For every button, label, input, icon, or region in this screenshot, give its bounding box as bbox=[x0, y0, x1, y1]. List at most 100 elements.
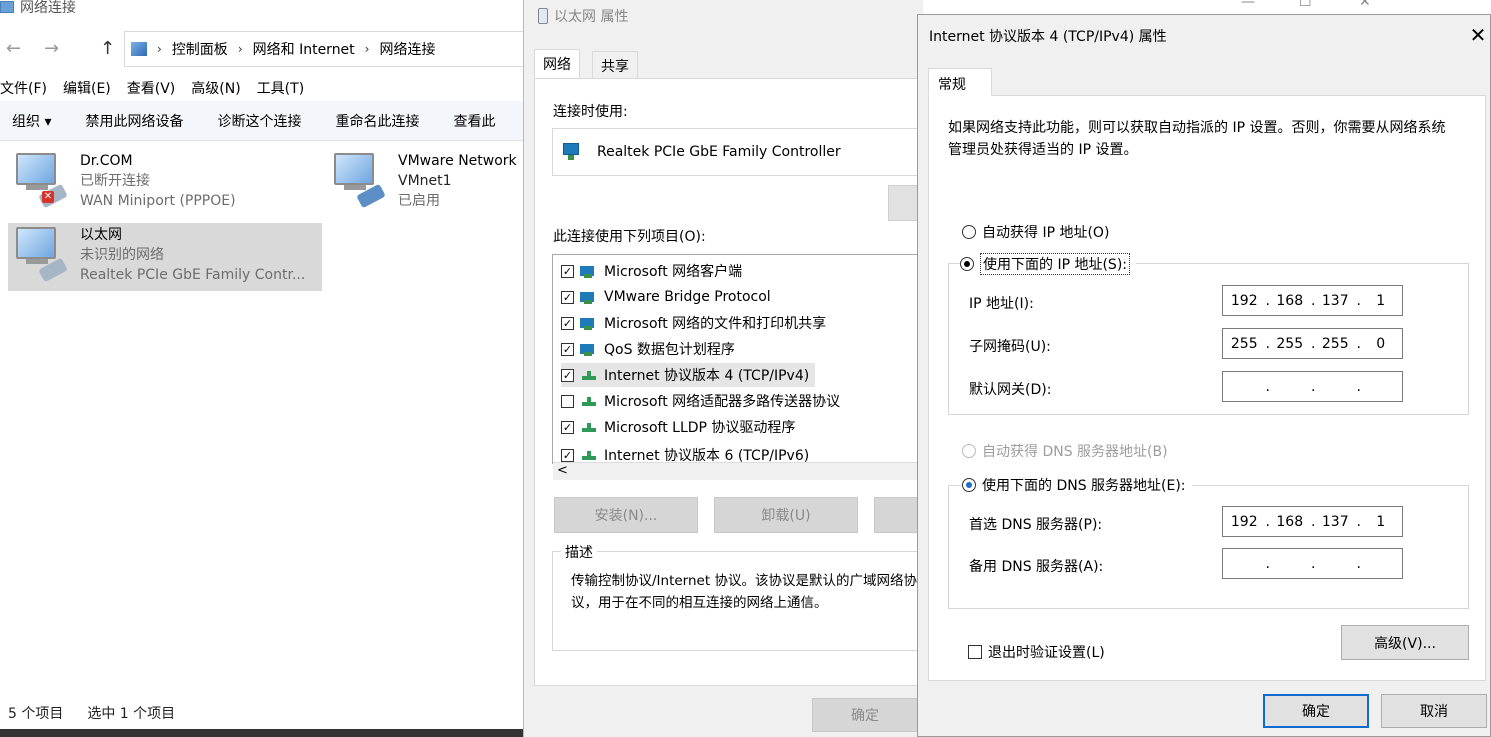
network-plug-icon bbox=[538, 8, 548, 24]
item-checkbox[interactable]: ✓ bbox=[561, 448, 574, 462]
alternate-dns-input[interactable]: . . . bbox=[1222, 548, 1403, 579]
list-item[interactable]: ✓ Microsoft 网络客户端 bbox=[561, 259, 742, 283]
item-checkbox[interactable]: ✓ bbox=[561, 290, 574, 304]
list-item-selected[interactable]: ✓ Internet 协议版本 4 (TCP/IPv4) bbox=[561, 363, 816, 387]
ipv4-properties-dialog: Internet 协议版本 4 (TCP/IPv4) 属性 ✕ 常规 如果网络支… bbox=[917, 14, 1491, 737]
connection-status: 未识别的网络 bbox=[80, 247, 164, 263]
ip-octet: 1 bbox=[1376, 292, 1386, 309]
service-icon bbox=[580, 290, 598, 304]
close-icon[interactable]: ✕ bbox=[1468, 23, 1488, 47]
disable-device-button[interactable]: 禁用此网络设备 bbox=[85, 111, 183, 131]
ip-octet: 168 bbox=[1276, 513, 1304, 530]
maximize-icon[interactable]: ☐ bbox=[1299, 0, 1312, 10]
properties-button[interactable] bbox=[874, 497, 922, 533]
item-checkbox[interactable]: ✓ bbox=[561, 420, 574, 434]
cancel-button[interactable]: 取消 bbox=[1381, 694, 1487, 728]
list-item[interactable]: ✓ Internet 协议版本 6 (TCP/IPv6) bbox=[561, 443, 809, 463]
protocol-icon bbox=[580, 448, 598, 462]
network-card-icon bbox=[563, 143, 585, 161]
manual-dns-radio[interactable]: 使用下面的 DNS 服务器地址(E): bbox=[962, 475, 1192, 495]
install-button[interactable]: 安装(N)... bbox=[554, 497, 698, 533]
service-icon bbox=[580, 342, 598, 356]
close-icon[interactable]: ✕ bbox=[1359, 0, 1371, 10]
ip-octet: 255 bbox=[1230, 335, 1258, 352]
item-checkbox[interactable]: ✓ bbox=[561, 342, 574, 356]
list-item[interactable]: Microsoft 网络适配器多路传送器协议 bbox=[561, 389, 840, 413]
uninstall-button[interactable]: 卸载(U) bbox=[714, 497, 858, 533]
checkbox-indicator[interactable] bbox=[968, 645, 982, 659]
ip-octet: 192 bbox=[1230, 292, 1258, 309]
up-icon[interactable]: ↑ bbox=[100, 38, 115, 59]
preferred-dns-input[interactable]: 192. 168. 137. 1 bbox=[1222, 506, 1403, 537]
client-icon bbox=[580, 264, 598, 278]
item-checkbox[interactable]: ✓ bbox=[561, 368, 574, 382]
rename-button[interactable]: 重命名此连接 bbox=[335, 111, 419, 131]
menu-view[interactable]: 查看(V) bbox=[127, 78, 176, 100]
list-item[interactable]: ✓ VMware Bridge Protocol bbox=[561, 285, 771, 309]
control-panel-icon bbox=[131, 42, 147, 56]
items-list[interactable]: ✓ Microsoft 网络客户端 ✓ VMware Bridge Protoc… bbox=[552, 254, 922, 464]
address-bar[interactable]: › 控制面板 › 网络和 Internet › 网络连接 bbox=[124, 31, 544, 67]
radio-indicator bbox=[960, 257, 974, 271]
menu-advanced[interactable]: 高级(N) bbox=[191, 78, 240, 100]
validate-on-exit-checkbox[interactable]: 退出时验证设置(L) bbox=[968, 642, 1105, 662]
preferred-dns-label: 首选 DNS 服务器(P): bbox=[969, 517, 1103, 533]
connection-drcom[interactable]: ✕ Dr.COM 已断开连接 WAN Miniport (PPPOE) bbox=[12, 151, 236, 211]
item-checkbox[interactable]: ✓ bbox=[561, 316, 574, 330]
forward-icon[interactable]: → bbox=[44, 38, 59, 59]
tab-sharing[interactable]: 共享 bbox=[592, 51, 638, 79]
network-adapter-icon bbox=[12, 225, 70, 283]
ok-button[interactable]: 确定 bbox=[1263, 694, 1369, 728]
connection-name: VMware Network bbox=[398, 153, 517, 169]
advanced-button[interactable]: 高级(V)... bbox=[1341, 625, 1469, 660]
protocol-icon bbox=[580, 368, 598, 382]
subnet-mask-input[interactable]: 255. 255. 255. 0 bbox=[1222, 328, 1403, 359]
connection-name: Dr.COM bbox=[80, 153, 133, 169]
list-item[interactable]: ✓ QoS 数据包计划程序 bbox=[561, 337, 735, 361]
tab-general[interactable]: 常规 bbox=[928, 68, 992, 96]
connection-ethernet[interactable]: 以太网 未识别的网络 Realtek PCIe GbE Family Contr… bbox=[12, 225, 305, 285]
diagnose-button[interactable]: 诊断这个连接 bbox=[217, 111, 301, 131]
list-item[interactable]: ✓ Microsoft 网络的文件和打印机共享 bbox=[561, 311, 826, 335]
ip-octet: 192 bbox=[1230, 513, 1258, 530]
ip-octet: 1 bbox=[1376, 513, 1386, 530]
horizontal-scrollbar[interactable]: < bbox=[553, 462, 922, 480]
ethernet-ok-button[interactable]: 确定 bbox=[812, 698, 918, 732]
item-checkbox[interactable] bbox=[561, 394, 574, 408]
menu-file[interactable]: 文件(F) bbox=[0, 78, 47, 100]
list-item[interactable]: ✓ Microsoft LLDP 协议驱动程序 bbox=[561, 415, 795, 439]
ethernet-title-text: 以太网 属性 bbox=[554, 9, 629, 25]
breadcrumb-control-panel[interactable]: 控制面板 bbox=[172, 39, 228, 59]
item-checkbox[interactable]: ✓ bbox=[561, 264, 574, 278]
network-adapter-icon: ✕ bbox=[12, 151, 70, 209]
ipv4-dialog-title: Internet 协议版本 4 (TCP/IPv4) 属性 bbox=[929, 29, 1167, 45]
auto-dns-label: 自动获得 DNS 服务器地址(B) bbox=[982, 444, 1168, 460]
network-folder-icon bbox=[0, 1, 14, 13]
gateway-input[interactable]: . . . bbox=[1222, 371, 1403, 402]
command-bar: 组织 ▾ 禁用此网络设备 诊断这个连接 重命名此连接 查看此 bbox=[0, 101, 540, 141]
view-status-button[interactable]: 查看此 bbox=[453, 111, 495, 131]
breadcrumb-network-internet[interactable]: 网络和 Internet bbox=[253, 39, 355, 59]
protocol-icon bbox=[580, 420, 598, 434]
breadcrumb-network-connections[interactable]: 网络连接 bbox=[379, 39, 435, 59]
auto-ip-radio[interactable]: 自动获得 IP 地址(O) bbox=[962, 222, 1109, 242]
manual-ip-radio[interactable]: 使用下面的 IP 地址(S): bbox=[960, 253, 1136, 275]
menu-tools[interactable]: 工具(T) bbox=[257, 78, 304, 100]
scroll-left-icon[interactable]: < bbox=[557, 463, 568, 478]
auto-dns-radio[interactable]: 自动获得 DNS 服务器地址(B) bbox=[962, 441, 1168, 461]
explorer-title: 网络连接 bbox=[0, 0, 76, 18]
connection-status: VMnet1 bbox=[398, 173, 452, 189]
ip-octet: 137 bbox=[1321, 513, 1349, 530]
minimize-icon[interactable]: — bbox=[1241, 0, 1255, 10]
menu-edit[interactable]: 编辑(E) bbox=[63, 78, 111, 100]
organize-button[interactable]: 组织 ▾ bbox=[12, 111, 51, 131]
item-label: QoS 数据包计划程序 bbox=[604, 342, 735, 358]
description-text: 传输控制协议/Internet 协议。该协议是默认的广域网络协议，用于在不同的相… bbox=[571, 573, 917, 611]
breadcrumb-separator-icon: › bbox=[157, 42, 162, 56]
connection-device: WAN Miniport (PPPOE) bbox=[80, 193, 236, 209]
connection-device: 已启用 bbox=[398, 193, 440, 209]
back-icon[interactable]: ← bbox=[6, 38, 21, 59]
ip-address-input[interactable]: 192. 168. 137. 1 bbox=[1222, 285, 1403, 316]
connection-vmware[interactable]: VMware Network VMnet1 已启用 bbox=[330, 151, 517, 211]
tab-network[interactable]: 网络 bbox=[534, 49, 580, 79]
